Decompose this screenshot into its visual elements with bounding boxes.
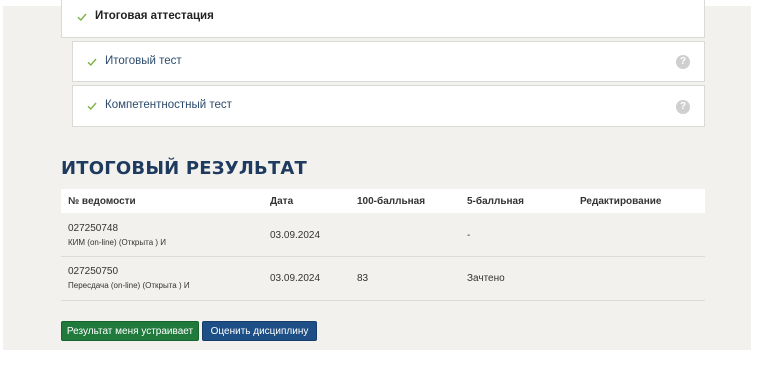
check-icon	[87, 58, 97, 66]
help-icon[interactable]: ?	[676, 55, 690, 69]
date-cell: 03.09.2024	[270, 230, 321, 241]
table-row: 027250750 Пересдача (on-line) (Открыта )…	[61, 257, 705, 301]
attestation-title: Итоговая аттестация	[95, 10, 214, 22]
statement-number: 027250750	[68, 266, 119, 277]
attestation-card[interactable]: Итоговая аттестация	[61, 0, 705, 38]
test-item-final[interactable]: Итоговый тест ?	[72, 41, 705, 82]
statement-number: 027250748	[68, 223, 119, 234]
accept-result-button[interactable]: Результат меня устраивает	[61, 321, 199, 341]
score-5-cell: Зачтено	[467, 273, 505, 284]
test-item-label: Итоговый тест	[105, 55, 182, 67]
column-header: 100-балльная	[357, 196, 426, 207]
table-row: 027250748 КИМ (on-line) (Открыта ) И 03.…	[61, 213, 705, 257]
help-icon[interactable]: ?	[676, 100, 690, 114]
rate-discipline-button[interactable]: Оценить дисциплину	[202, 321, 317, 341]
column-header: 5-балльная	[467, 196, 524, 207]
score-100-cell: 83	[357, 273, 369, 284]
result-table-header: № ведомости Дата 100-балльная 5-балльная…	[61, 189, 705, 213]
score-5-cell: -	[467, 230, 471, 241]
check-icon	[77, 13, 87, 21]
column-header: № ведомости	[68, 196, 136, 207]
test-item-label: Компетентностный тест	[105, 99, 232, 111]
column-header: Редактирование	[580, 196, 662, 207]
statement-note: Пересдача (on-line) (Открыта ) И	[68, 281, 190, 290]
date-cell: 03.09.2024	[270, 273, 321, 284]
result-section-title: ИТОГОВЫЙ РЕЗУЛЬТАТ	[61, 158, 308, 179]
test-item-competence[interactable]: Компетентностный тест ?	[72, 85, 705, 127]
statement-note: КИМ (on-line) (Открыта ) И	[68, 238, 166, 247]
column-header: Дата	[270, 196, 294, 207]
check-icon	[87, 102, 97, 110]
